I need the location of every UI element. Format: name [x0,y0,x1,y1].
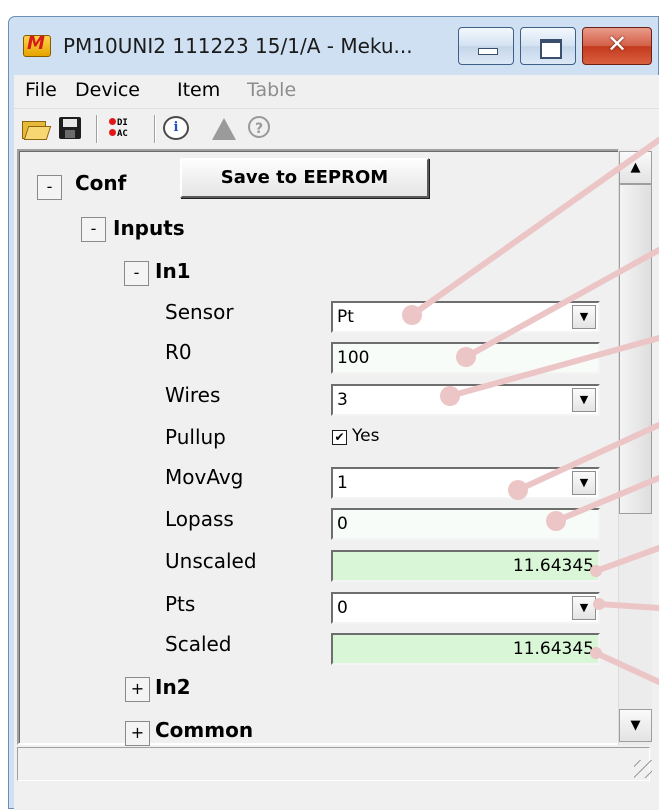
r0-label: R0 [165,340,192,364]
app-logo-icon[interactable]: M [23,33,51,57]
in2-expander[interactable]: + [125,677,150,702]
help-icon[interactable]: ? [248,115,274,141]
wires-label: Wires [165,383,221,407]
pts-label: Pts [165,592,196,616]
app-logo-letter: M [27,33,45,54]
common-expander[interactable]: + [125,721,150,746]
maximize-button[interactable] [520,27,576,65]
info-icon[interactable]: i [163,115,189,141]
movavg-value: 1 [337,473,348,493]
tree-node-inputs[interactable]: Inputs [113,216,185,240]
tree-node-common[interactable]: Common [155,718,253,742]
resize-grip-icon[interactable] [634,760,652,778]
pts-select[interactable]: 0 ▼ [331,592,600,624]
info-glyph: i [163,116,189,140]
menu-table[interactable]: Table [247,79,296,101]
pullup-checkbox[interactable]: ✔ [332,430,347,445]
sensor-value: Pt [337,307,354,327]
unscaled-readout: 11.64345 [331,550,600,582]
open-folder-icon[interactable] [21,115,52,141]
save-to-eeprom-button[interactable]: Save to EEPROM [180,158,429,198]
pts-value: 0 [337,598,348,618]
chevron-down-icon[interactable]: ▼ [572,596,596,620]
toolbar-separator [96,115,98,143]
menu-bar: File Device Item Table [14,75,659,109]
tree-node-in2[interactable]: In2 [155,675,191,699]
close-icon: ✕ [606,30,628,58]
scroll-thumb[interactable] [619,184,652,514]
inputs-expander[interactable]: - [81,217,106,242]
minimize-icon [478,48,498,55]
scroll-down-button[interactable]: ▼ [619,709,652,742]
chevron-down-icon[interactable]: ▼ [572,305,596,329]
chevron-down-icon[interactable]: ▼ [572,471,596,495]
lopass-input[interactable]: 0 [331,508,600,540]
unscaled-label: Unscaled [165,549,257,573]
dioac-text-top: DI [117,118,128,128]
minimize-button[interactable] [458,27,514,65]
movavg-select[interactable]: 1 ▼ [331,467,600,499]
lopass-value: 0 [337,514,348,534]
warning-icon[interactable] [211,115,237,141]
status-bar [17,747,650,781]
menu-file[interactable]: File [25,79,57,101]
r0-value: 100 [337,348,370,368]
scaled-readout: 11.64345 [331,633,600,665]
wires-select[interactable]: 3 ▼ [331,384,600,416]
menu-item[interactable]: Item [177,79,220,101]
toolbar-separator [154,115,156,143]
tree-node-in1[interactable]: In1 [155,259,191,283]
movavg-label: MovAvg [165,465,244,489]
close-button[interactable]: ✕ [582,27,652,65]
vertical-scrollbar[interactable]: ▲ ▼ [618,149,652,745]
window-title: PM10UNI2 111223 15/1/A - Meku... [63,34,413,58]
scaled-value: 11.64345 [512,639,594,659]
wires-value: 3 [337,390,348,410]
save-disk-icon[interactable] [58,115,84,141]
scroll-up-button[interactable]: ▲ [619,151,652,184]
pullup-label: Pullup [165,425,226,449]
sensor-label: Sensor [165,300,234,324]
pullup-checkbox-label[interactable]: Yes [352,426,379,446]
conf-expander[interactable]: - [37,175,62,200]
toolbar: DI AC i ? [14,109,659,149]
r0-input[interactable]: 100 [331,342,600,374]
title-bar[interactable]: M PM10UNI2 111223 15/1/A - Meku... ✕ [9,17,658,75]
dioac-icon[interactable]: DI AC [109,115,141,141]
chevron-down-icon[interactable]: ▼ [572,388,596,412]
lopass-label: Lopass [165,507,234,531]
maximize-icon [540,39,562,59]
help-glyph: ? [248,116,270,138]
in1-expander[interactable]: - [124,261,149,286]
scaled-label: Scaled [165,632,232,656]
unscaled-value: 11.64345 [512,556,594,576]
dioac-text-bottom: AC [117,129,128,139]
menu-device[interactable]: Device [75,79,140,101]
top-strip [0,0,659,14]
sensor-select[interactable]: Pt ▼ [331,301,600,333]
tree-node-conf[interactable]: Conf [75,171,126,195]
